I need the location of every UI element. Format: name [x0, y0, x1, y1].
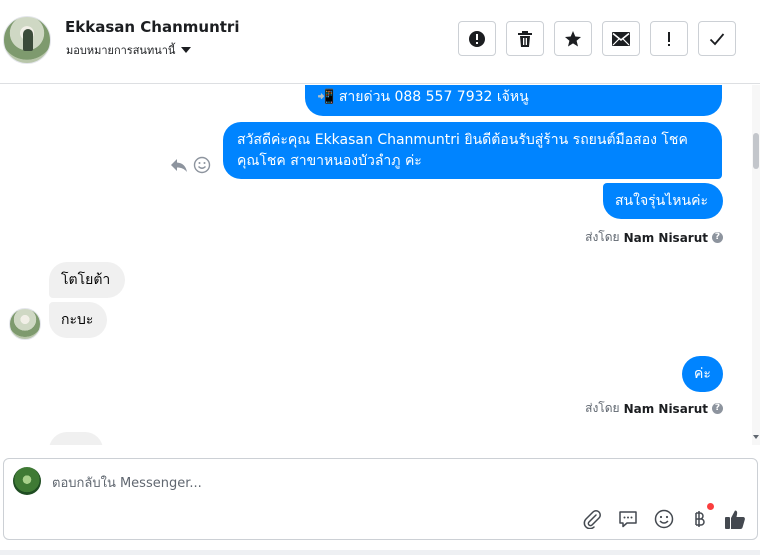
scrollbar-thumb[interactable] [753, 133, 759, 169]
message-actions [170, 156, 211, 174]
message-bubble-pickup[interactable]: กะบะ [49, 302, 107, 338]
sent-by-label: ส่งโดย Nam Nisarut ? [585, 228, 723, 247]
checkmark-icon [709, 32, 725, 45]
reply-composer [3, 458, 758, 540]
scroll-down-icon[interactable] [752, 432, 760, 442]
sent-by-name[interactable]: Nam Nisarut [624, 402, 708, 416]
follow-up-button[interactable] [650, 21, 688, 56]
emoji-button[interactable] [652, 507, 676, 531]
conversation-header: Ekkasan Chanmuntri มอบหมายการสนทนานี้ [0, 0, 760, 84]
thumbs-up-icon [725, 510, 745, 529]
sent-by-name[interactable]: Nam Nisarut [624, 231, 708, 245]
saved-reply-icon [619, 511, 637, 528]
assign-conversation-dropdown[interactable]: มอบหมายการสนทนานี้ [66, 41, 192, 59]
saved-replies-button[interactable] [616, 507, 640, 531]
emoji-icon [654, 509, 674, 529]
contact-avatar[interactable] [3, 16, 51, 64]
message-bubble-hotline[interactable]: 📲 สายด่วน 088 557 7932 เจ้หนู [305, 85, 722, 116]
star-icon [565, 30, 581, 46]
mark-done-button[interactable] [698, 21, 736, 56]
reply-input[interactable] [52, 473, 732, 493]
alert-circle-icon [469, 30, 485, 47]
attach-button[interactable] [580, 507, 604, 531]
react-emoji-icon[interactable] [193, 156, 211, 174]
scrollbar[interactable] [752, 85, 760, 445]
payment-button[interactable] [687, 507, 711, 531]
mark-unread-button[interactable] [602, 21, 640, 56]
message-bubble-greeting[interactable]: สวัสดีค่ะคุณ Ekkasan Chanmuntri ยินดีต้อ… [223, 122, 722, 179]
page-avatar [13, 467, 41, 495]
help-icon[interactable]: ? [712, 403, 723, 414]
bottom-divider [0, 550, 760, 555]
message-bubble-partial[interactable] [49, 432, 103, 445]
trash-icon [518, 30, 532, 47]
star-button[interactable] [554, 21, 592, 56]
message-bubble-toyota[interactable]: โตโยต้า [49, 262, 125, 298]
message-bubble-kha[interactable]: ค่ะ [682, 356, 723, 392]
exclamation-icon [668, 31, 670, 46]
assign-label: มอบหมายการสนทนานี้ [66, 44, 176, 57]
contact-name[interactable]: Ekkasan Chanmuntri [65, 18, 239, 36]
delete-button[interactable] [506, 21, 544, 56]
envelope-icon [612, 31, 630, 46]
sent-by-label: ส่งโดย Nam Nisarut ? [585, 399, 723, 418]
message-bubble-which-model[interactable]: สนใจรุ่นไหนค่ะ [603, 183, 723, 219]
message-thread[interactable]: 📲 สายด่วน 088 557 7932 เจ้หนู สวัสดีค่ะค… [0, 85, 760, 445]
help-icon[interactable]: ? [712, 232, 723, 243]
sent-by-prefix: ส่งโดย [585, 401, 620, 415]
chevron-down-icon [181, 47, 192, 53]
paperclip-icon [583, 510, 601, 529]
reply-icon[interactable] [170, 157, 188, 173]
baht-payment-icon [695, 511, 705, 527]
notification-dot [707, 503, 714, 510]
sender-avatar[interactable] [9, 308, 41, 340]
mark-spam-button[interactable] [458, 21, 496, 56]
sent-by-prefix: ส่งโดย [585, 230, 620, 244]
like-button[interactable] [723, 507, 747, 531]
